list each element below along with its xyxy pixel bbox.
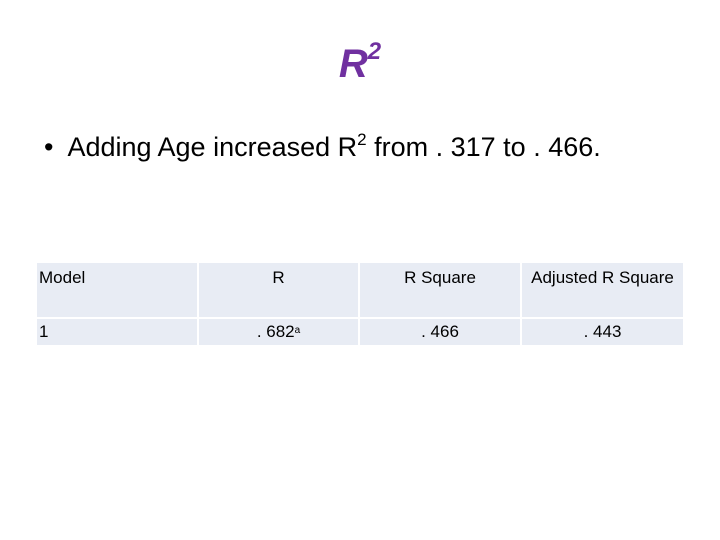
- bullet-text-before: Adding Age increased R: [67, 132, 358, 162]
- bullet-superscript: 2: [357, 130, 367, 149]
- title-text: R: [338, 42, 368, 86]
- cell-r-square: . 466: [360, 319, 520, 345]
- header-model: Model: [37, 263, 197, 317]
- header-adjusted-r-square: Adjusted R Square: [522, 263, 683, 317]
- slide-title: R2: [0, 38, 720, 87]
- header-r-square: R Square: [360, 263, 520, 317]
- cell-adjusted-r-square: . 443: [522, 319, 683, 345]
- title-superscript: 2: [367, 38, 382, 65]
- header-r: R: [199, 263, 358, 317]
- bullet-text-after: from . 317 to . 466.: [366, 132, 601, 162]
- cell-r: . 682a: [199, 319, 358, 345]
- r-footnote: a: [294, 325, 301, 336]
- bullet-point: • Adding Age increased R2 from . 317 to .…: [44, 130, 601, 163]
- r-value: . 682: [256, 322, 295, 341]
- bullet-dot-icon: •: [44, 132, 54, 162]
- cell-model: 1: [37, 319, 197, 345]
